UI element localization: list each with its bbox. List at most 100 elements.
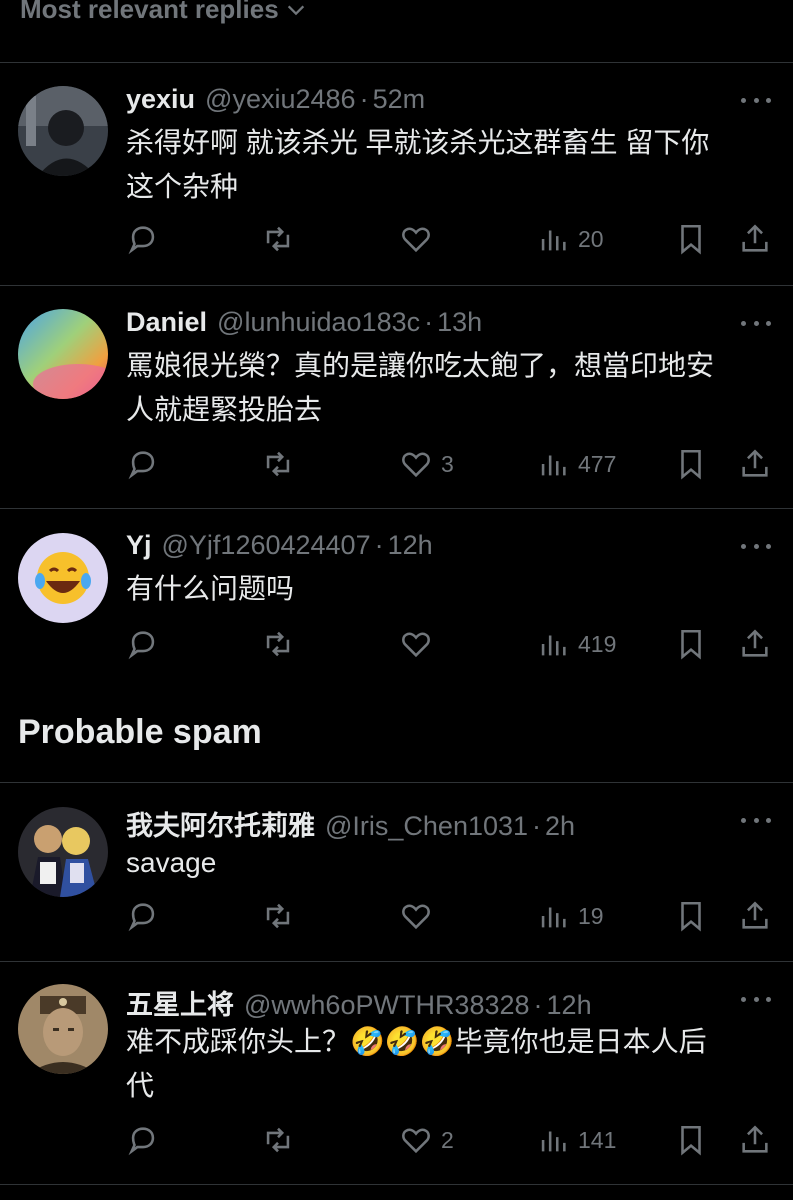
share-button[interactable]	[738, 444, 772, 484]
timestamp[interactable]: 2h	[545, 811, 575, 842]
avatar[interactable]	[18, 86, 108, 176]
like-count: 2	[441, 1126, 454, 1153]
author-handle[interactable]: @yexiu2486	[205, 84, 356, 115]
bookmark-button[interactable]	[674, 444, 708, 484]
share-button[interactable]	[738, 1120, 772, 1160]
like-icon	[402, 632, 430, 658]
retweet-icon	[266, 226, 290, 252]
action-bar: 19	[126, 896, 776, 936]
reply-header: Daniel @lunhuidao183c · 13h	[126, 307, 723, 341]
reply-button[interactable]	[126, 1120, 160, 1160]
more-icon[interactable]	[741, 816, 771, 824]
like-button[interactable]	[399, 219, 441, 259]
reply-button[interactable]	[126, 624, 160, 664]
like-icon	[402, 452, 430, 478]
text-line: 难不成踩你头上？🤣🤣🤣毕竟你也是日本人后	[126, 1026, 707, 1057]
author-handle[interactable]: @lunhuidao183c	[217, 307, 420, 338]
more-icon[interactable]	[741, 542, 771, 550]
bookmark-icon	[681, 1125, 701, 1156]
retweet-icon	[266, 631, 290, 657]
retweet-button[interactable]	[261, 444, 295, 484]
more-icon[interactable]	[741, 995, 771, 1003]
views-button[interactable]: 19	[536, 896, 604, 936]
author-name[interactable]: 五星上将	[126, 983, 234, 1022]
timestamp[interactable]: 52m	[373, 84, 426, 115]
views-button[interactable]: 477	[536, 444, 616, 484]
reply-icon	[128, 631, 155, 660]
reply-item[interactable]: yexiu @yexiu2486 · 52m 杀得好啊 就该杀光 早就该杀光这群…	[0, 63, 793, 286]
author-name[interactable]: 我夫阿尔托莉雅	[126, 804, 315, 843]
author-handle[interactable]: @Iris_Chen1031	[325, 811, 528, 842]
share-button[interactable]	[738, 219, 772, 259]
reply-header: 五星上将 @wwh6oPWTHR38328 · 12h	[126, 983, 723, 1020]
share-icon	[742, 224, 768, 252]
bookmark-button[interactable]	[674, 1120, 708, 1160]
separator: ·	[533, 990, 543, 1020]
author-name[interactable]: Daniel	[126, 307, 207, 338]
views-icon	[541, 455, 566, 476]
action-bar: 2 141	[126, 1120, 776, 1160]
reply-header: Yj @Yjf1260424407 · 12h	[126, 530, 723, 564]
like-button[interactable]	[399, 896, 441, 936]
bookmark-button[interactable]	[674, 219, 708, 259]
share-button[interactable]	[738, 624, 772, 664]
views-button[interactable]: 141	[536, 1120, 616, 1160]
reply-text: savage	[126, 841, 769, 885]
share-button[interactable]	[738, 896, 772, 936]
timestamp[interactable]: 12h	[388, 530, 433, 561]
views-button[interactable]: 419	[536, 624, 616, 664]
retweet-icon	[266, 1127, 290, 1153]
retweet-icon	[266, 451, 290, 477]
author-name[interactable]: yexiu	[126, 84, 195, 115]
share-icon	[742, 901, 768, 929]
view-count: 141	[578, 1126, 617, 1153]
views-icon	[541, 230, 566, 251]
separator: ·	[532, 811, 542, 841]
sort-bar: Most relevant replies	[0, 0, 793, 63]
avatar[interactable]	[18, 984, 108, 1074]
text-line: 有什么问题吗	[126, 573, 295, 604]
text-line: savage	[126, 847, 217, 878]
reply-item[interactable]: 五星上将 @wwh6oPWTHR38328 · 12h 难不成踩你头上？🤣🤣🤣毕…	[0, 962, 793, 1185]
reply-button[interactable]	[126, 444, 160, 484]
avatar[interactable]	[18, 533, 108, 623]
more-icon[interactable]	[741, 319, 771, 327]
avatar[interactable]	[18, 309, 108, 399]
reply-item[interactable]: Daniel @lunhuidao183c · 13h 罵娘很光榮？真的是讓你吃…	[0, 286, 793, 509]
timestamp[interactable]: 13h	[437, 307, 482, 338]
reply-icon	[128, 1127, 155, 1156]
reply-icon	[128, 903, 155, 932]
sort-dropdown[interactable]: Most relevant replies	[20, 0, 307, 25]
bookmark-icon	[681, 449, 701, 480]
author-handle[interactable]: @wwh6oPWTHR38328	[244, 990, 530, 1021]
chevron-down-icon	[287, 5, 304, 15]
retweet-button[interactable]	[261, 1120, 295, 1160]
like-button[interactable]	[399, 624, 441, 664]
views-button[interactable]: 20	[536, 219, 604, 259]
retweet-button[interactable]	[261, 624, 295, 664]
retweet-button[interactable]	[261, 219, 295, 259]
author-name[interactable]: Yj	[126, 530, 152, 561]
reply-item[interactable]: 我夫阿尔托莉雅 @Iris_Chen1031 · 2h savage 19	[0, 783, 793, 962]
like-button[interactable]: 3	[399, 444, 454, 484]
views-icon	[541, 635, 566, 656]
view-count: 419	[578, 630, 617, 657]
reply-text: 有什么问题吗	[126, 567, 769, 611]
like-icon	[402, 227, 430, 253]
more-icon[interactable]	[741, 96, 771, 104]
retweet-button[interactable]	[261, 896, 295, 936]
timestamp[interactable]: 12h	[547, 990, 592, 1021]
text-line: 代	[126, 1070, 155, 1101]
action-bar: 3 477	[126, 444, 776, 484]
text-line: 杀得好啊 就该杀光 早就该杀光这群畜生 留下你	[126, 127, 710, 158]
bookmark-icon	[681, 224, 701, 255]
avatar[interactable]	[18, 807, 108, 897]
bookmark-button[interactable]	[674, 624, 708, 664]
reply-item[interactable]: Yj @Yjf1260424407 · 12h 有什么问题吗 419	[0, 509, 793, 689]
section-title: Probable spam	[18, 713, 262, 751]
bookmark-button[interactable]	[674, 896, 708, 936]
like-button[interactable]: 2	[399, 1120, 454, 1160]
reply-button[interactable]	[126, 219, 160, 259]
reply-button[interactable]	[126, 896, 160, 936]
author-handle[interactable]: @Yjf1260424407	[162, 530, 371, 561]
